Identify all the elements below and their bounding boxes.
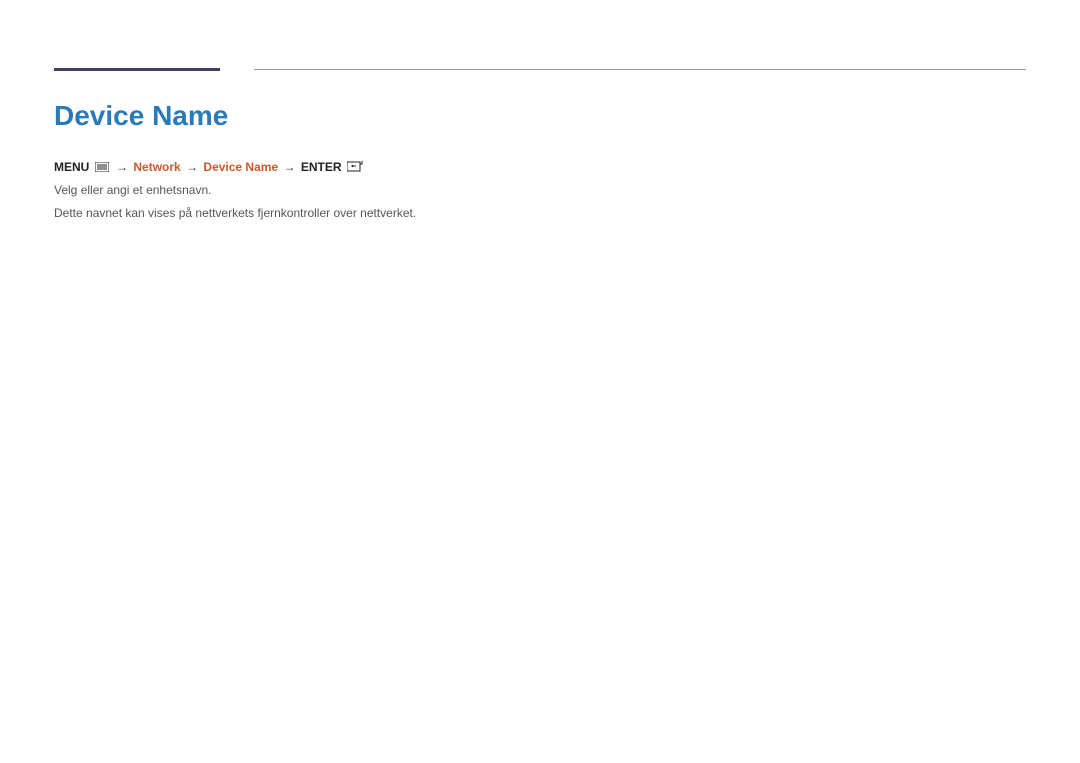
page-title: Device Name	[54, 100, 1026, 132]
enter-icon	[347, 161, 363, 175]
content-area: Device Name MENU → Network → Device Name…	[54, 100, 1026, 223]
description-line-2: Dette navnet kan vises på nettverkets fj…	[54, 204, 1026, 223]
header-rule	[254, 69, 1026, 70]
description-line-1: Velg eller angi et enhetsnavn.	[54, 181, 1026, 200]
arrow-3: →	[283, 160, 295, 174]
header-accent-bar	[54, 68, 220, 71]
menu-icon	[95, 161, 109, 175]
arrow-2: →	[186, 160, 198, 174]
enter-label: ENTER	[301, 160, 342, 174]
menu-path: MENU → Network → Device Name → ENTER	[54, 160, 1026, 175]
menu-label: MENU	[54, 160, 89, 174]
path-network: Network	[133, 160, 180, 174]
arrow-1: →	[116, 160, 128, 174]
path-device-name: Device Name	[203, 160, 278, 174]
